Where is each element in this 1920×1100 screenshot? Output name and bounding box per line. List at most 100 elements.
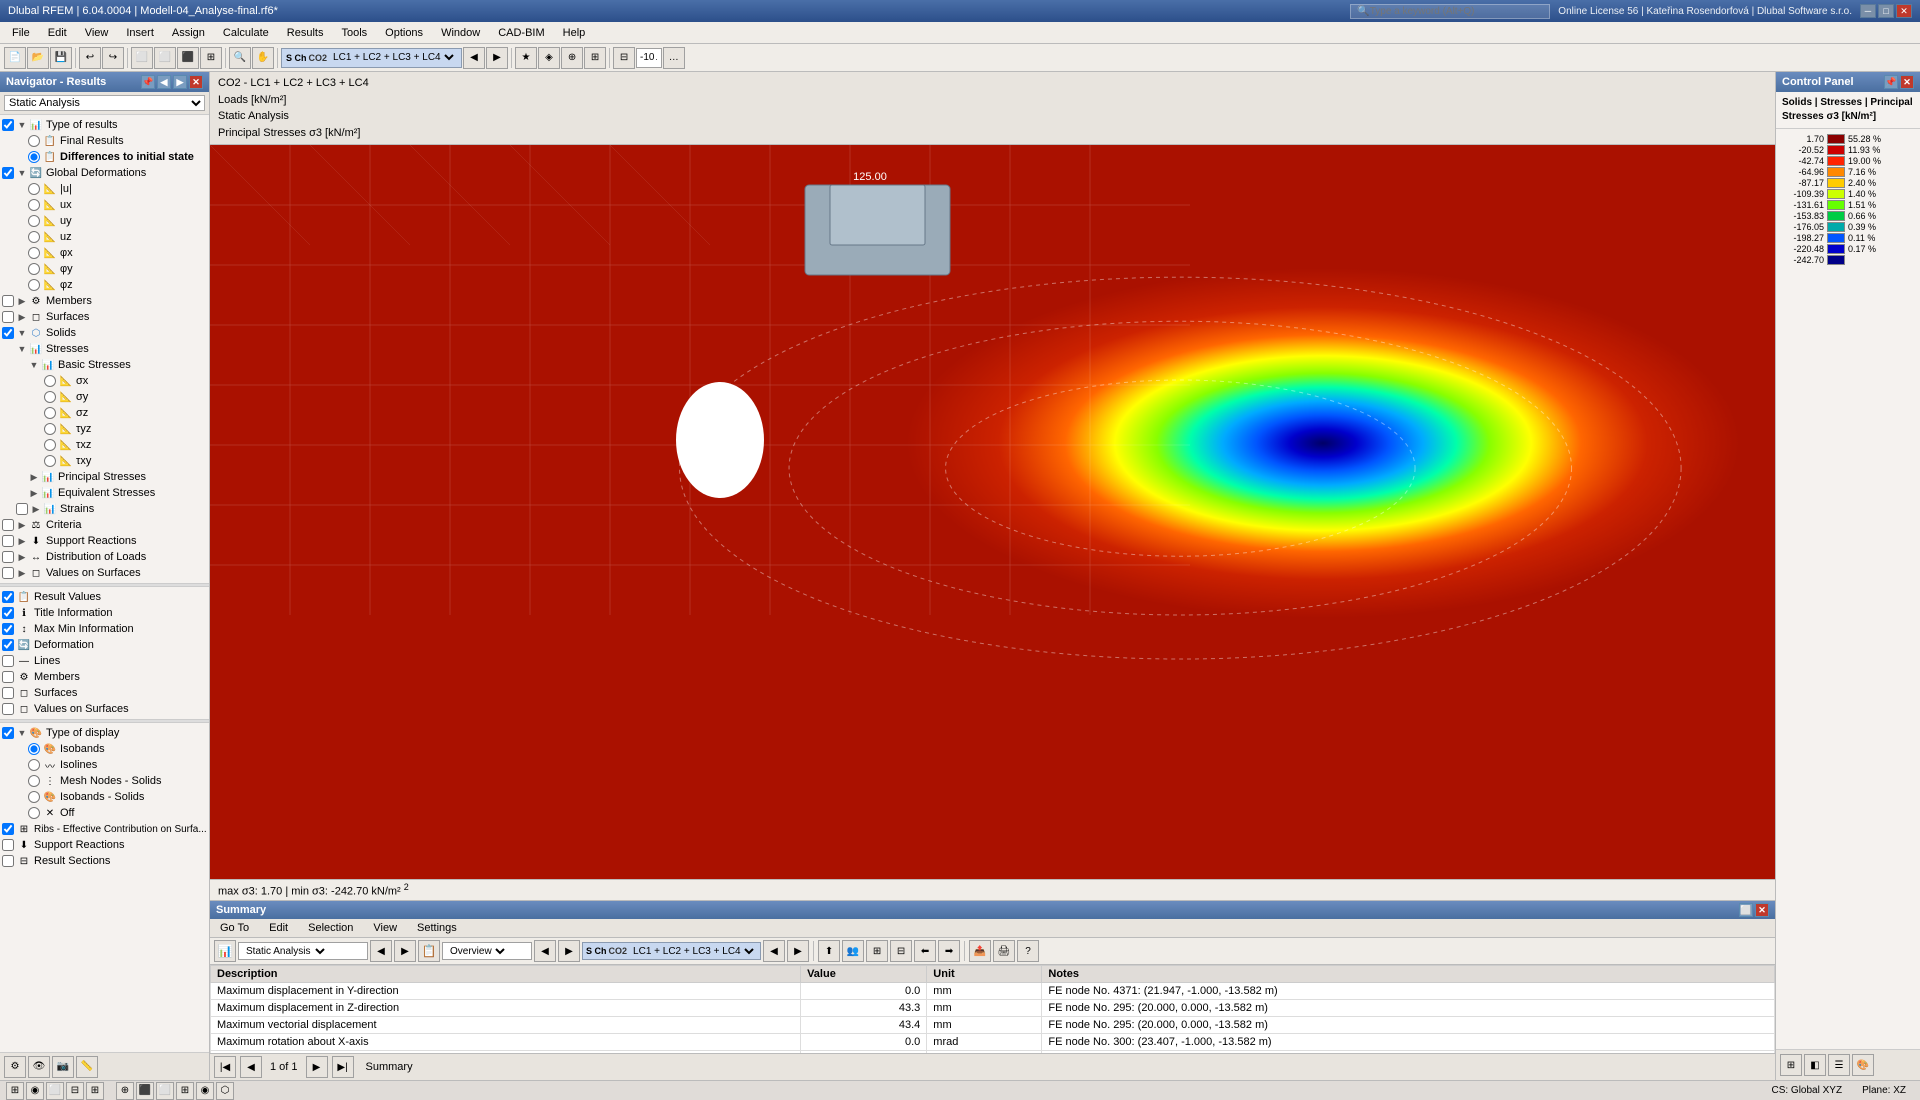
values-surfaces-toggle[interactable]: ▶ [16, 567, 28, 579]
cp-pin-btn[interactable]: 📌 [1884, 75, 1898, 89]
criteria-check[interactable] [2, 519, 14, 531]
tree-sigma-x[interactable]: 📐 σx [0, 373, 209, 389]
members-check[interactable] [2, 295, 14, 307]
tree-equivalent-stresses[interactable]: ▶ 📊 Equivalent Stresses [0, 485, 209, 501]
pan-btn[interactable]: ✋ [252, 47, 274, 69]
bottom-axis-icon[interactable]: ⊕ [116, 1082, 134, 1100]
phiz-radio[interactable] [28, 279, 40, 291]
minimize-button[interactable]: ─ [1860, 4, 1876, 18]
tree-phiy[interactable]: 📐 φy [0, 261, 209, 277]
type-of-results-toggle[interactable]: ▼ [16, 119, 28, 131]
summary-lc-prev[interactable]: ◀ [763, 940, 785, 962]
nav-camera-btn[interactable]: 📷 [52, 1056, 74, 1078]
tree-ribs[interactable]: ⊞ Ribs - Effective Contribution on Surfa… [0, 821, 209, 837]
tree-values-surfaces-2[interactable]: ◻ Values on Surfaces [0, 701, 209, 717]
sigma-x-radio[interactable] [44, 375, 56, 387]
sum-btn4[interactable]: ⊟ [890, 940, 912, 962]
stresses-toggle[interactable]: ▼ [16, 343, 28, 355]
menu-tools[interactable]: Tools [333, 25, 375, 41]
load-case-select[interactable]: LC1 + LC2 + LC3 + LC4 [329, 51, 457, 64]
bottom-icon2[interactable]: ◉ [26, 1082, 44, 1100]
summary-close-btn[interactable]: ✕ [1755, 903, 1769, 917]
redo-btn[interactable]: ↪ [102, 47, 124, 69]
tree-solids[interactable]: ▼ ⬡ Solids [0, 325, 209, 341]
cp-btn2[interactable]: ◧ [1804, 1054, 1826, 1076]
strains-toggle[interactable]: ▶ [30, 503, 42, 515]
zoom-btn[interactable]: 🔍 [229, 47, 251, 69]
summary-tab-view[interactable]: View [367, 921, 403, 935]
summary-overview-icon[interactable]: 📋 [418, 940, 440, 962]
uz-radio[interactable] [28, 231, 40, 243]
tree-surfaces-display[interactable]: ◻ Surfaces [0, 685, 209, 701]
tree-values-surfaces[interactable]: ▶ ◻ Values on Surfaces [0, 565, 209, 581]
menu-calculate[interactable]: Calculate [215, 25, 277, 41]
undo-btn[interactable]: ↩ [79, 47, 101, 69]
tree-type-of-display[interactable]: ▼ 🎨 Type of display [0, 725, 209, 741]
menu-assign[interactable]: Assign [164, 25, 213, 41]
tree-strains[interactable]: ▶ 📊 Strains [0, 501, 209, 517]
tree-phiz[interactable]: 📐 φz [0, 277, 209, 293]
mesh-nodes-radio[interactable] [28, 775, 40, 787]
summary-expand-btn[interactable]: ⬜ [1739, 903, 1753, 917]
phiy-radio[interactable] [28, 263, 40, 275]
render-btn2[interactable]: ◈ [538, 47, 560, 69]
isobands-radio[interactable] [28, 743, 40, 755]
nav-close-btn[interactable]: ✕ [189, 75, 203, 89]
nav-pin-btn[interactable]: 📌 [141, 75, 155, 89]
tree-diff-initial[interactable]: 📋 Differences to initial state [0, 149, 209, 165]
tree-result-sections[interactable]: ⊟ Result Sections [0, 853, 209, 869]
tree-criteria[interactable]: ▶ ⚖ Criteria [0, 517, 209, 533]
equiv-toggle[interactable]: ▶ [28, 487, 40, 499]
summary-table-row[interactable]: Maximum displacement in Y-direction 0.0 … [211, 983, 1775, 1000]
tree-result-values[interactable]: 📋 Result Values [0, 589, 209, 605]
values-surfaces-2-check[interactable] [2, 703, 14, 715]
footer-prev-btn[interactable]: ◀ [240, 1056, 262, 1078]
type-display-check[interactable] [2, 727, 14, 739]
menu-file[interactable]: File [4, 25, 38, 41]
tree-u[interactable]: 📐 |u| [0, 181, 209, 197]
tree-tau-xz[interactable]: 📐 τxz [0, 437, 209, 453]
tree-surfaces[interactable]: ▶ ◻ Surfaces [0, 309, 209, 325]
bottom-icon3[interactable]: ⬜ [46, 1082, 64, 1100]
sum-export-btn[interactable]: 📤 [969, 940, 991, 962]
bottom-icon8[interactable]: ⬜ [156, 1082, 174, 1100]
solids-toggle[interactable]: ▼ [16, 327, 28, 339]
criteria-toggle[interactable]: ▶ [16, 519, 28, 531]
render-btn3[interactable]: ⊕ [561, 47, 583, 69]
tree-isobands[interactable]: 🎨 Isobands [0, 741, 209, 757]
bottom-icon4[interactable]: ⊟ [66, 1082, 84, 1100]
values-surfaces-check[interactable] [2, 567, 14, 579]
tree-dist-loads[interactable]: ▶ ↔ Distribution of Loads [0, 549, 209, 565]
sigma-y-radio[interactable] [44, 391, 56, 403]
isobands-solids-radio[interactable] [28, 791, 40, 803]
new-btn[interactable]: 📄 [4, 47, 26, 69]
tree-final-results[interactable]: 📋 Final Results [0, 133, 209, 149]
uy-radio[interactable] [28, 215, 40, 227]
summary-table-row[interactable]: Maximum displacement in Z-direction 43.3… [211, 1000, 1775, 1017]
lines-check[interactable] [2, 655, 14, 667]
result-sections-check[interactable] [2, 855, 14, 867]
tree-members[interactable]: ▶ ⚙ Members [0, 293, 209, 309]
dist-loads-check[interactable] [2, 551, 14, 563]
menu-help[interactable]: Help [555, 25, 594, 41]
search-input[interactable] [1370, 6, 1544, 17]
tree-off[interactable]: ✕ Off [0, 805, 209, 821]
analysis-type-select[interactable]: Static Analysis [4, 95, 205, 111]
tree-uz[interactable]: 📐 uz [0, 229, 209, 245]
tree-principal-stresses[interactable]: ▶ 📊 Principal Stresses [0, 469, 209, 485]
summary-overview-select[interactable]: Overview [446, 945, 508, 958]
tau-xy-radio[interactable] [44, 455, 56, 467]
render-btn4[interactable]: ⊞ [584, 47, 606, 69]
sum-btn5[interactable]: ⬅ [914, 940, 936, 962]
tree-type-of-results[interactable]: ▼ 📊 Type of results [0, 117, 209, 133]
menu-cad-bim[interactable]: CAD-BIM [490, 25, 552, 41]
bottom-icon10[interactable]: ◉ [196, 1082, 214, 1100]
close-button[interactable]: ✕ [1896, 4, 1912, 18]
summary-prev-btn[interactable]: ◀ [370, 940, 392, 962]
type-of-results-check[interactable] [2, 119, 14, 131]
sum-btn3[interactable]: ⊞ [866, 940, 888, 962]
summary-analysis-select[interactable]: Static Analysis [242, 945, 328, 958]
support-reactions-2-check[interactable] [2, 839, 14, 851]
menu-view[interactable]: View [77, 25, 117, 41]
cp-btn3[interactable]: ☰ [1828, 1054, 1850, 1076]
